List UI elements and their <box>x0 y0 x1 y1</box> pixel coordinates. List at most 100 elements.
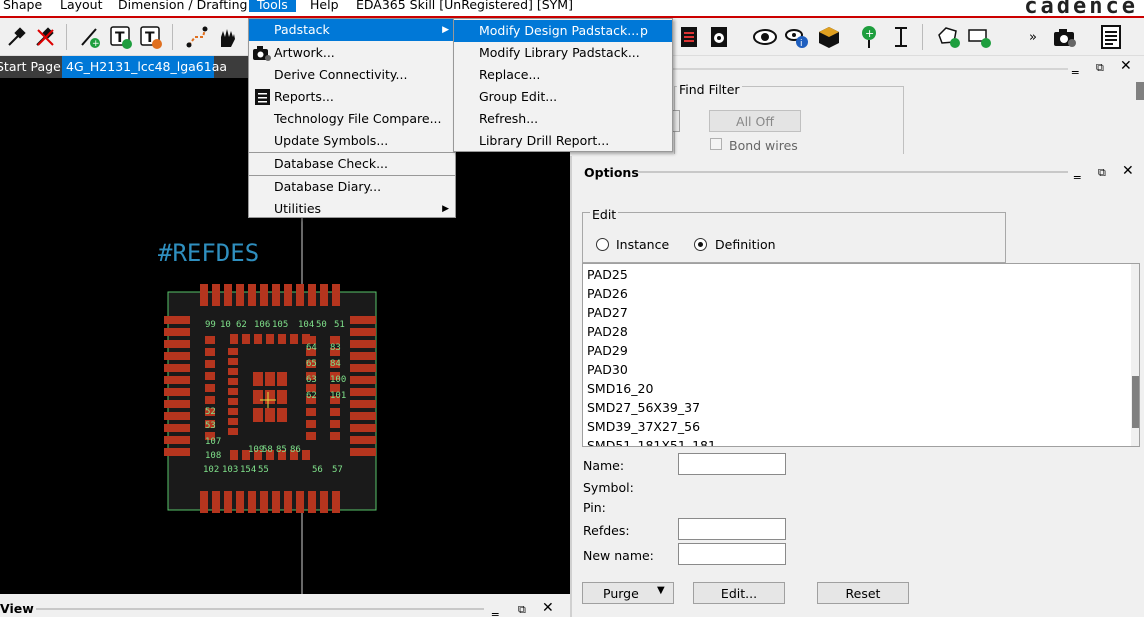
pin-number-label: 86 <box>290 445 301 455</box>
component-pad <box>350 400 376 408</box>
all-off-button[interactable]: All Off <box>709 110 801 132</box>
list-item[interactable]: PAD30 <box>583 360 1123 379</box>
name-input[interactable] <box>678 453 786 475</box>
settings-doc-icon[interactable] <box>706 24 732 50</box>
menu-item-derive-connectivity[interactable]: Derive Connectivity... <box>249 64 455 86</box>
menu-help[interactable]: Help <box>310 0 339 12</box>
list-item[interactable]: PAD28 <box>583 322 1123 341</box>
list-item[interactable]: SMD51_181X51_181 <box>583 436 1123 446</box>
purge-dropdown-button[interactable]: Purge ▼ <box>582 582 674 604</box>
component-pad <box>308 491 316 513</box>
bond-wires-checkbox[interactable] <box>710 138 722 150</box>
list-item[interactable]: SMD39_37X27_56 <box>583 417 1123 436</box>
list-item[interactable]: PAD27 <box>583 303 1123 322</box>
menu-dimension-drafting[interactable]: Dimension / Drafting <box>118 0 247 12</box>
component-footprint[interactable]: 99 10 62 106 105 104 50 51525310710810958 85 8664… <box>164 284 377 513</box>
component-pad <box>350 340 376 348</box>
scrollbar-thumb[interactable] <box>1136 82 1144 100</box>
menu-item-technology-file-compare[interactable]: Technology File Compare... <box>249 108 455 130</box>
all-on-button[interactable] <box>672 110 680 132</box>
edit-button[interactable]: Edit... <box>693 582 785 604</box>
menu-item-refresh[interactable]: Refresh... <box>454 108 672 130</box>
menu-item-reports[interactable]: Reports... <box>249 86 455 108</box>
close-icon[interactable]: ✕ <box>1122 164 1134 178</box>
component-pad <box>224 491 232 513</box>
component-pad <box>330 432 340 440</box>
menu-layout[interactable]: Layout <box>60 0 103 12</box>
3d-box-icon[interactable] <box>816 24 842 50</box>
add-text-icon[interactable]: T <box>108 24 134 50</box>
add-shape-icon[interactable] <box>936 24 962 50</box>
list-item[interactable]: PAD29 <box>583 341 1123 360</box>
menu-item-artwork[interactable]: Artwork... <box>249 42 455 64</box>
minimize-icon[interactable]: ‗ <box>1072 61 1079 74</box>
pin-icon[interactable] <box>4 24 30 50</box>
unpin-icon[interactable] <box>32 24 58 50</box>
close-icon[interactable]: ✕ <box>542 601 554 615</box>
visibility-icon[interactable] <box>752 24 778 50</box>
padstack-list-items: PAD25 PAD26 PAD27 PAD28 PAD29 PAD30 SMD1… <box>583 265 1123 446</box>
padstack-list[interactable]: PAD25 PAD26 PAD27 PAD28 PAD29 PAD30 SMD1… <box>582 263 1140 447</box>
menu-item-database-diary[interactable]: Database Diary... <box>249 176 455 198</box>
add-pin-icon[interactable]: + <box>856 24 882 50</box>
reset-button[interactable]: Reset <box>817 582 909 604</box>
pin-label: Pin: <box>583 500 606 515</box>
list-scrollbar-thumb[interactable] <box>1132 376 1139 428</box>
menu-item-padstack[interactable]: Padstack ▶ <box>249 19 455 41</box>
component-pad <box>164 364 190 372</box>
tab-4g-h2131[interactable]: 4G_H2131_lcc48_lga61aa <box>62 56 227 78</box>
menu-item-modify-library-padstack[interactable]: Modify Library Padstack... <box>454 42 672 64</box>
menu-item-update-symbols[interactable]: Update Symbols... <box>249 130 455 152</box>
instance-radio[interactable] <box>596 238 609 251</box>
tab-start-page[interactable]: Start Page <box>0 56 65 78</box>
panel-grip[interactable] <box>672 68 1068 70</box>
new-name-input[interactable] <box>678 543 786 565</box>
list-item[interactable]: PAD26 <box>583 284 1123 303</box>
definition-radio[interactable] <box>694 238 707 251</box>
menu-item-utilities[interactable]: Utilities ▶ <box>249 198 455 220</box>
refdes-input[interactable] <box>678 518 786 540</box>
restore-icon[interactable]: ⧉ <box>518 603 526 616</box>
list-scrollbar[interactable] <box>1131 264 1139 446</box>
pin-number-label: 107 <box>205 437 221 447</box>
minimize-icon[interactable]: ‗ <box>1074 166 1081 179</box>
menu-item-group-edit[interactable]: Group Edit... <box>454 86 672 108</box>
component-pad <box>228 398 238 405</box>
component-pad <box>332 284 340 306</box>
restore-icon[interactable]: ⧉ <box>1098 166 1106 179</box>
list-item[interactable]: SMD16_20 <box>583 379 1123 398</box>
camera-icon[interactable] <box>1052 24 1078 50</box>
restore-icon[interactable]: ⧉ <box>1096 61 1104 74</box>
toolbar-overflow-button[interactable]: » <box>1020 24 1046 50</box>
doc-report-icon[interactable] <box>1098 24 1124 50</box>
component-pad <box>212 491 220 513</box>
menu-item-database-check[interactable]: Database Check... <box>249 153 455 175</box>
list-item[interactable]: SMD27_56X39_37 <box>583 398 1123 417</box>
menu-shape[interactable]: Shape <box>3 0 42 12</box>
menu-item-replace[interactable]: Replace... <box>454 64 672 86</box>
pin-number-label: 83 <box>330 343 341 353</box>
info-icon[interactable]: i <box>784 24 810 50</box>
panel-grip[interactable] <box>638 171 1068 173</box>
definition-label: Definition <box>715 237 776 252</box>
menu-eda365-skill[interactable]: EDA365 Skill [UnRegistered] [SYM] <box>356 0 573 12</box>
menu-item-library-drill-report[interactable]: Library Drill Report... <box>454 130 672 152</box>
thermal-pad <box>265 372 275 386</box>
close-icon[interactable]: ✕ <box>1120 59 1132 73</box>
menu-item-modify-design-padstack[interactable]: Modify Design Padstack... p <box>454 20 672 42</box>
pin-number-label: 99 <box>205 320 216 330</box>
component-pad <box>228 378 238 385</box>
add-line-icon[interactable]: + <box>78 24 104 50</box>
edit-text-icon[interactable]: T <box>138 24 164 50</box>
panel-grip[interactable] <box>36 608 484 610</box>
add-rect-icon[interactable] <box>966 24 992 50</box>
hand-icon[interactable] <box>214 24 240 50</box>
route-icon[interactable] <box>184 24 210 50</box>
menu-tools[interactable]: Tools <box>249 0 296 12</box>
refdes-label: #REFDES <box>158 239 259 267</box>
pin-number-label: 85 <box>276 445 287 455</box>
text-cursor-icon[interactable] <box>888 24 914 50</box>
list-item[interactable]: PAD25 <box>583 265 1123 284</box>
bom-report-icon[interactable] <box>676 24 702 50</box>
minimize-icon[interactable]: ‗ <box>492 603 499 616</box>
